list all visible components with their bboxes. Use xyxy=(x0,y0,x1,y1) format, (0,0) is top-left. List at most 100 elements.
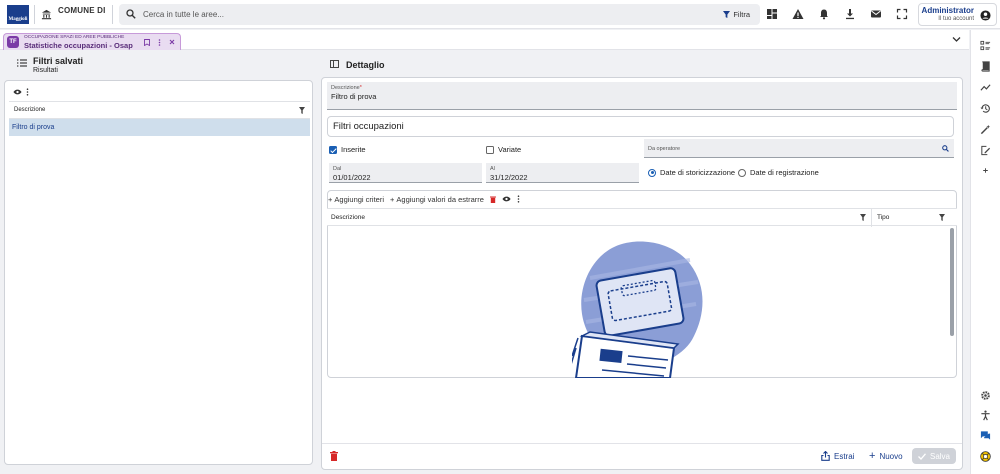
row-description: Filtro di prova xyxy=(12,124,55,131)
description-field[interactable]: Descrizione* Filtro di prova xyxy=(327,82,957,110)
filters-card-title: Filtri occupazioni xyxy=(333,121,404,132)
book-icon[interactable] xyxy=(980,61,991,72)
filter-button[interactable]: Filtra xyxy=(723,10,750,19)
add-icon[interactable] xyxy=(980,165,991,176)
fullscreen-icon[interactable] xyxy=(896,8,908,20)
search-icon[interactable] xyxy=(942,145,949,152)
filter-label: Filtra xyxy=(733,10,750,19)
more-vertical-icon[interactable] xyxy=(517,195,520,203)
edit-note-icon[interactable] xyxy=(980,145,991,156)
checkbox-inserite-label: Inserite xyxy=(341,145,366,154)
search-placeholder: Cerca in tutte le aree... xyxy=(143,10,224,19)
history-icon[interactable] xyxy=(980,103,991,114)
date-from-value: 01/01/2022 xyxy=(333,173,371,182)
checkbox-variate[interactable]: Variate xyxy=(486,145,521,154)
chevron-down-icon[interactable] xyxy=(952,36,961,43)
eye-icon[interactable] xyxy=(13,89,22,95)
operator-field[interactable]: Da operatore xyxy=(644,139,954,158)
dashboard-icon[interactable] xyxy=(766,8,778,20)
checkbox-inserite[interactable]: Inserite xyxy=(329,145,366,154)
column-header-type[interactable]: Tipo xyxy=(877,214,889,221)
radio-storicizzazione-label: Date di storicizzazione xyxy=(660,168,736,177)
chat-icon[interactable] xyxy=(980,430,991,441)
user-subtitle: Il tuo account xyxy=(938,16,974,22)
share-icon xyxy=(821,451,830,461)
municipality-name: COMUNE DI xyxy=(58,6,106,15)
tab-statistiche-occupazioni[interactable]: TF OCCUPAZIONE SPAZI ED AREE PUBBLICHE S… xyxy=(3,33,181,50)
settings-icon[interactable] xyxy=(980,390,991,401)
saved-filters-header: Filtri salvati Risultati xyxy=(0,51,318,76)
app-tabs-bar: TF OCCUPAZIONE SPAZI ED AREE PUBBLICHE S… xyxy=(0,30,969,50)
filters-card-header xyxy=(327,116,954,137)
add-values-label: Aggiungi valori da estrarre xyxy=(396,194,484,204)
radio-unselected[interactable] xyxy=(738,168,746,177)
more-vertical-icon[interactable] xyxy=(26,88,29,96)
save-button[interactable]: Salva xyxy=(912,448,956,464)
user-name: Administrator xyxy=(921,6,974,15)
list-icon xyxy=(17,59,27,67)
table-row[interactable]: Filtro di prova xyxy=(9,119,310,136)
description-value: Filtro di prova xyxy=(331,92,377,101)
radio-selected[interactable] xyxy=(648,168,656,177)
grid-header-description[interactable]: Descrizione xyxy=(9,101,310,119)
radio-registrazione[interactable]: Date di registrazione xyxy=(738,168,819,177)
date-to-label: Al xyxy=(490,166,495,172)
warning-icon[interactable] xyxy=(792,8,804,20)
maggioli-logo[interactable]: Maggioli xyxy=(7,5,29,24)
date-from-field[interactable]: Dal 01/01/2022 xyxy=(329,163,482,183)
divider xyxy=(34,5,35,24)
add-values-button[interactable]: + Aggiungi valori da estrarre xyxy=(390,195,484,204)
filter-icon[interactable] xyxy=(939,214,945,221)
accessibility-icon[interactable] xyxy=(980,410,991,421)
filter-icon[interactable] xyxy=(299,107,305,114)
detail-title: Dettaglio xyxy=(346,60,385,70)
delete-icon[interactable] xyxy=(489,196,496,203)
column-divider xyxy=(871,209,872,227)
criteria-grid-header: Descrizione Tipo xyxy=(327,208,957,227)
extract-button[interactable]: Estrai xyxy=(815,448,860,464)
checkbox-unchecked[interactable] xyxy=(486,145,494,154)
checkbox-checked[interactable] xyxy=(329,145,337,154)
radio-storicizzazione[interactable]: Date di storicizzazione xyxy=(648,168,735,177)
date-to-value: 31/12/2022 xyxy=(490,173,528,182)
search-icon xyxy=(126,9,136,19)
add-criteria-button[interactable]: + Aggiungi criteri xyxy=(328,195,384,204)
radio-registrazione-label: Date di registrazione xyxy=(750,168,819,177)
criteria-grid: Descrizione Tipo xyxy=(327,208,957,378)
global-search[interactable]: Cerca in tutte le aree... Filtra xyxy=(119,4,760,25)
criteria-toolbar: + Aggiungi criteri + Aggiungi valori da es… xyxy=(328,192,520,206)
help-support-icon[interactable] xyxy=(980,451,991,462)
magic-wand-icon[interactable] xyxy=(980,124,991,135)
save-label: Salva xyxy=(929,451,950,461)
detail-header: Dettaglio xyxy=(320,51,968,76)
empty-state-illustration xyxy=(572,241,703,378)
delete-icon[interactable] xyxy=(330,451,338,461)
list-detail-icon[interactable] xyxy=(980,40,991,51)
user-account-button[interactable]: Administrator Il tuo account xyxy=(918,3,997,26)
more-vertical-icon[interactable] xyxy=(158,39,161,46)
date-from-label: Dal xyxy=(333,166,342,172)
account-icon xyxy=(980,10,991,21)
date-to-field[interactable]: Al 31/12/2022 xyxy=(486,163,639,183)
column-header-label: Descrizione xyxy=(14,107,46,113)
saved-filters-subtitle: Risultati xyxy=(33,67,58,74)
panel-toggle-icon[interactable] xyxy=(330,60,339,68)
close-icon[interactable] xyxy=(169,39,175,45)
footer-divider xyxy=(322,443,962,444)
top-bar: Maggioli COMUNE DI Cerca in tutte le are… xyxy=(0,0,1000,29)
add-icon: + xyxy=(328,194,333,204)
mail-icon[interactable] xyxy=(870,8,882,20)
tab-area-label: OCCUPAZIONE SPAZI ED AREE PUBBLICHE xyxy=(24,35,125,40)
new-button[interactable]: + Nuovo xyxy=(863,448,909,464)
trend-icon[interactable] xyxy=(980,82,991,93)
bell-icon[interactable] xyxy=(818,8,830,20)
eye-icon[interactable] xyxy=(502,196,511,202)
scrollbar[interactable] xyxy=(950,228,954,336)
extract-label: Estrai xyxy=(834,451,855,461)
saved-filters-panel: Descrizione Filtro di prova xyxy=(4,80,313,465)
download-icon[interactable] xyxy=(844,8,856,20)
divider xyxy=(112,5,113,24)
column-header-description[interactable]: Descrizione xyxy=(331,214,365,221)
filter-icon[interactable] xyxy=(860,214,866,221)
bookmark-icon[interactable] xyxy=(144,39,150,46)
